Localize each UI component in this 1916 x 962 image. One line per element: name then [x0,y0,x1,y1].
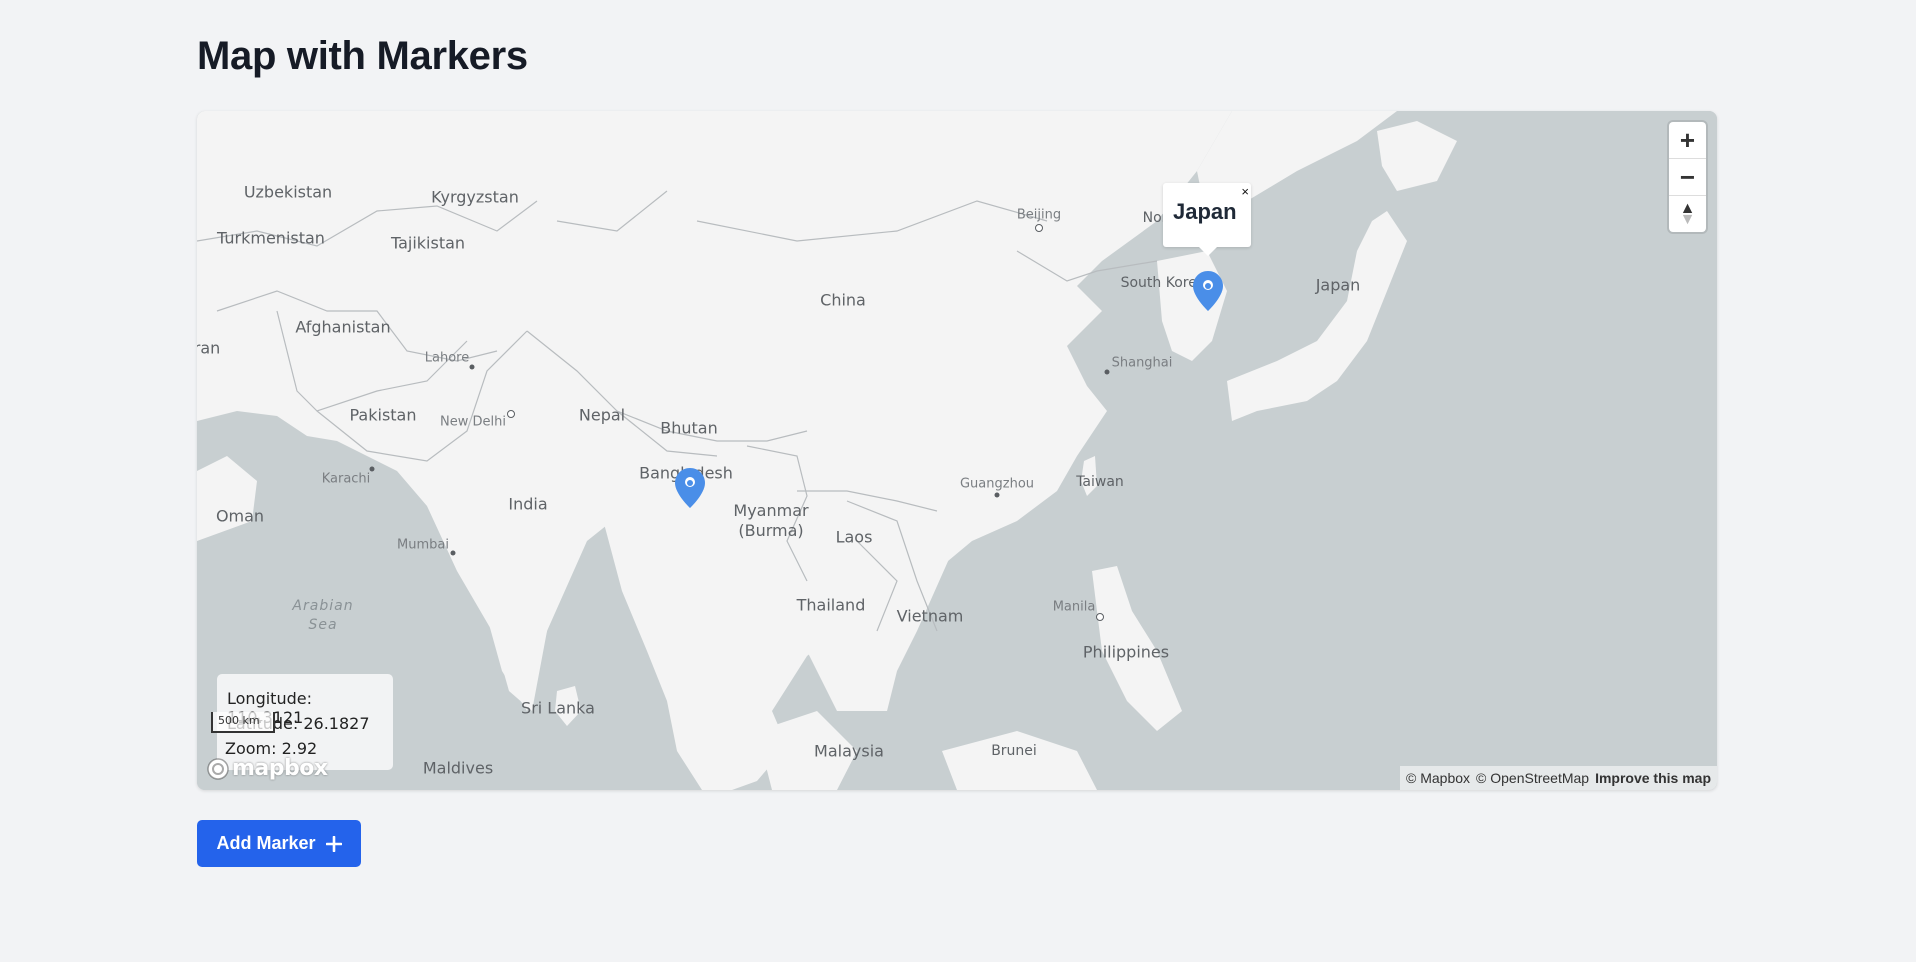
label-myanmar: Myanmar (Burma) [733,501,809,540]
zoom-in-button[interactable]: + [1669,122,1706,159]
plus-icon [325,835,342,852]
attribution-mapbox[interactable]: © Mapbox [1406,766,1470,790]
city-dot-guangzhou [994,492,1000,498]
longitude-label: Longitude: [227,689,312,708]
label-tajikistan: Tajikistan [390,233,466,253]
city-dot-lahore [469,364,475,370]
latitude-value: 26.1827 [303,714,370,733]
city-dot-beijing [1035,224,1043,232]
label-pakistan: Pakistan [349,405,417,425]
city-dot-new-delhi [507,410,515,418]
label-oman: Oman [215,506,265,526]
label-philippines: Philippines [1082,642,1170,662]
city-dot-shanghai [1104,369,1110,375]
label-brunei: Brunei [991,743,1037,759]
label-afghanistan: Afghanistan [295,317,391,337]
label-maldives: Maldives [422,758,494,778]
add-marker-label: Add Marker [216,833,316,853]
label-japan: Japan [1315,275,1361,295]
label-kyrgyzstan: Kyrgyzstan [431,187,519,207]
attribution-osm[interactable]: © OpenStreetMap [1476,766,1589,790]
city-dot-manila [1096,613,1104,621]
page-title: Map with Markers [197,34,528,78]
compass-button[interactable]: ▲ ▼ [1669,196,1706,232]
map-base-layer [197,111,1717,790]
label-uzbekistan: Uzbekistan [243,182,333,202]
label-lahore: Lahore [424,350,470,366]
marker-popup: Japan × [1163,183,1251,256]
compass-south-icon: ▼ [1679,211,1696,228]
label-karachi: Karachi [321,471,371,487]
map-canvas[interactable]: Uzbekistan Kyrgyzstan Turkmenistan Tajik… [197,111,1717,790]
map-pin-icon[interactable] [675,468,705,508]
label-thailand: Thailand [796,595,866,615]
close-icon[interactable]: × [1241,184,1249,200]
label-laos: Laos [835,527,873,547]
label-beijing: Beijing [1016,207,1062,223]
popup-title: Japan [1173,199,1237,224]
label-nepal: Nepal [578,405,626,425]
label-vietnam: Vietnam [896,606,964,626]
navigation-controls: + − ▲ ▼ [1669,122,1706,232]
mapbox-logo[interactable]: mapbox [206,756,328,781]
label-arabian-sea: Arabian Sea [292,598,354,633]
map-pin-icon[interactable] [1193,271,1223,311]
scale-bar: 500 km [211,712,275,733]
mapbox-wordmark: mapbox [232,756,328,781]
zoom-out-button[interactable]: − [1669,159,1706,196]
label-taiwan: Taiwan [1076,474,1124,490]
city-dot-mumbai [450,550,456,556]
label-bhutan: Bhutan [660,418,718,438]
label-iran: ran [197,338,221,358]
label-india: India [508,494,548,514]
label-shanghai: Shanghai [1111,355,1173,371]
label-malaysia: Malaysia [814,741,884,761]
improve-map-link[interactable]: Improve this map [1595,766,1711,790]
label-new-delhi: New Delhi [440,414,506,430]
add-marker-button[interactable]: Add Marker [197,820,361,867]
mapbox-logo-icon [207,757,229,780]
label-turkmenistan: Turkmenistan [217,228,325,248]
label-manila: Manila [1052,599,1096,615]
label-guangzhou: Guangzhou [959,476,1035,492]
label-mumbai: Mumbai [397,537,449,553]
label-china: China [820,290,866,310]
label-sri-lanka: Sri Lanka [521,698,595,718]
map-attribution: © Mapbox © OpenStreetMap Improve this ma… [1400,766,1717,790]
